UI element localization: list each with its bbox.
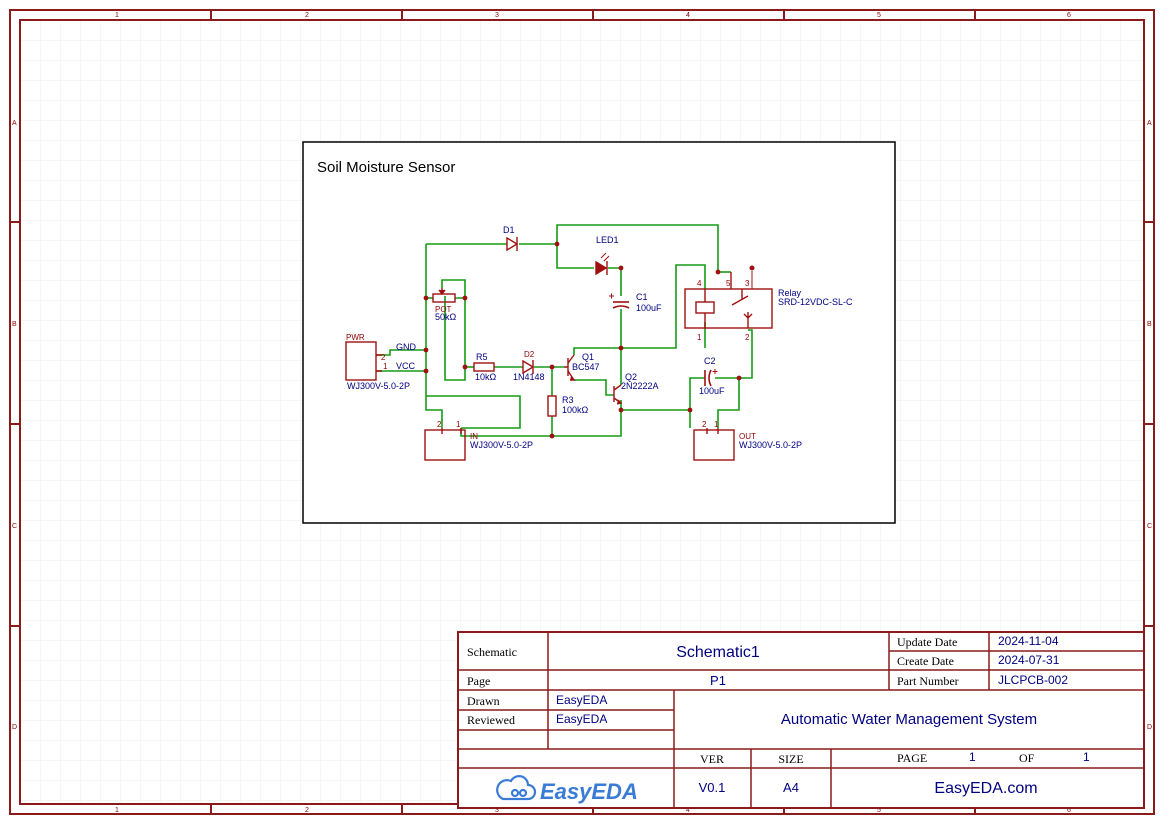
update-date-label: Update Date bbox=[897, 635, 957, 649]
d1-ref: D1 bbox=[503, 225, 515, 235]
r5-value: 10kΩ bbox=[475, 372, 497, 382]
size-label: SIZE bbox=[778, 752, 803, 766]
pwr-pin: 1 bbox=[383, 362, 388, 371]
version-value: V0.1 bbox=[699, 780, 726, 795]
page-number-value: 1 bbox=[969, 750, 976, 764]
q1-value: BC547 bbox=[572, 362, 600, 372]
column-label-bottom: 1 bbox=[115, 807, 119, 814]
in-pin: 1 bbox=[456, 420, 461, 429]
c2-value: 100uF bbox=[699, 386, 725, 396]
d2-value: 1N4148 bbox=[513, 372, 545, 382]
column-label-top: 6 bbox=[1067, 12, 1071, 19]
ver-label: VER bbox=[700, 752, 724, 766]
row-label-right: D bbox=[1147, 724, 1152, 731]
schematic-block-title: Soil Moisture Sensor bbox=[317, 159, 455, 176]
led1-ref: LED1 bbox=[596, 235, 619, 245]
page-number-label: PAGE bbox=[897, 751, 927, 765]
row-label-left: C bbox=[12, 523, 17, 530]
relay-pin: 2 bbox=[745, 333, 750, 342]
in-value: WJ300V-5.0-2P bbox=[470, 440, 533, 450]
q2-value: 2N2222A bbox=[621, 381, 659, 391]
column-label-top: 5 bbox=[877, 12, 881, 19]
schematic-sheet: 1 2 3 4 5 6 1 2 3 4 5 6 A B C D A B C D … bbox=[0, 0, 1172, 823]
relay-pin: 4 bbox=[697, 279, 702, 288]
schematic-label: Schematic bbox=[467, 645, 517, 659]
relay-value: SRD-12VDC-SL-C bbox=[778, 297, 853, 307]
net-label-vcc: VCC bbox=[396, 361, 416, 371]
relay-pin: 3 bbox=[745, 279, 750, 288]
drawn-value: EasyEDA bbox=[556, 693, 607, 707]
part-number-value: JLCPCB-002 bbox=[998, 673, 1068, 687]
row-label-left: D bbox=[12, 724, 17, 731]
website-text: EasyEDA.com bbox=[934, 780, 1037, 797]
page-of-label: OF bbox=[1019, 751, 1035, 765]
reviewed-value: EasyEDA bbox=[556, 712, 607, 726]
schematic-name: Schematic1 bbox=[676, 644, 760, 661]
relay-pin: 5 bbox=[726, 279, 731, 288]
d2-ref: D2 bbox=[524, 350, 535, 359]
c1-value: 100uF bbox=[636, 303, 662, 313]
part-number-label: Part Number bbox=[897, 674, 959, 688]
column-label-top: 1 bbox=[115, 12, 119, 19]
reviewed-label: Reviewed bbox=[467, 713, 515, 727]
size-value: A4 bbox=[783, 780, 799, 795]
r5-ref: R5 bbox=[476, 352, 488, 362]
logo-text: EasyEDA bbox=[540, 779, 638, 804]
row-label-left: A bbox=[12, 120, 17, 127]
column-label-bottom: 2 bbox=[305, 807, 309, 814]
out-value: WJ300V-5.0-2P bbox=[739, 440, 802, 450]
page-label: Page bbox=[467, 674, 490, 688]
out-pin: 1 bbox=[714, 420, 719, 429]
pwr-value: WJ300V-5.0-2P bbox=[347, 381, 410, 391]
net-label-gnd: GND bbox=[396, 342, 417, 352]
column-label-top: 2 bbox=[305, 12, 309, 19]
column-label-top: 3 bbox=[495, 12, 499, 19]
drawn-label: Drawn bbox=[467, 694, 500, 708]
page-value: P1 bbox=[710, 673, 726, 688]
update-date-value: 2024-11-04 bbox=[998, 634, 1059, 648]
pwr-pin: 2 bbox=[381, 353, 386, 362]
row-label-left: B bbox=[12, 321, 17, 328]
c1-ref: C1 bbox=[636, 292, 648, 302]
create-date-label: Create Date bbox=[897, 654, 954, 668]
r3-ref: R3 bbox=[562, 395, 574, 405]
q1-ref: Q1 bbox=[582, 352, 594, 362]
project-title: Automatic Water Management System bbox=[781, 711, 1037, 728]
out-pin: 2 bbox=[702, 420, 707, 429]
pwr-ref: PWR bbox=[346, 333, 365, 342]
in-pin: 2 bbox=[437, 420, 442, 429]
pot-value: 50kΩ bbox=[435, 312, 457, 322]
page-total-value: 1 bbox=[1083, 750, 1090, 764]
r3-value: 100kΩ bbox=[562, 405, 589, 415]
create-date-value: 2024-07-31 bbox=[998, 653, 1060, 667]
row-label-right: A bbox=[1147, 120, 1152, 127]
row-label-right: C bbox=[1147, 523, 1152, 530]
row-label-right: B bbox=[1147, 321, 1152, 328]
schematic-block-frame bbox=[302, 141, 896, 524]
relay-pin: 1 bbox=[697, 333, 702, 342]
c2-ref: C2 bbox=[704, 356, 716, 366]
column-label-top: 4 bbox=[686, 12, 690, 19]
